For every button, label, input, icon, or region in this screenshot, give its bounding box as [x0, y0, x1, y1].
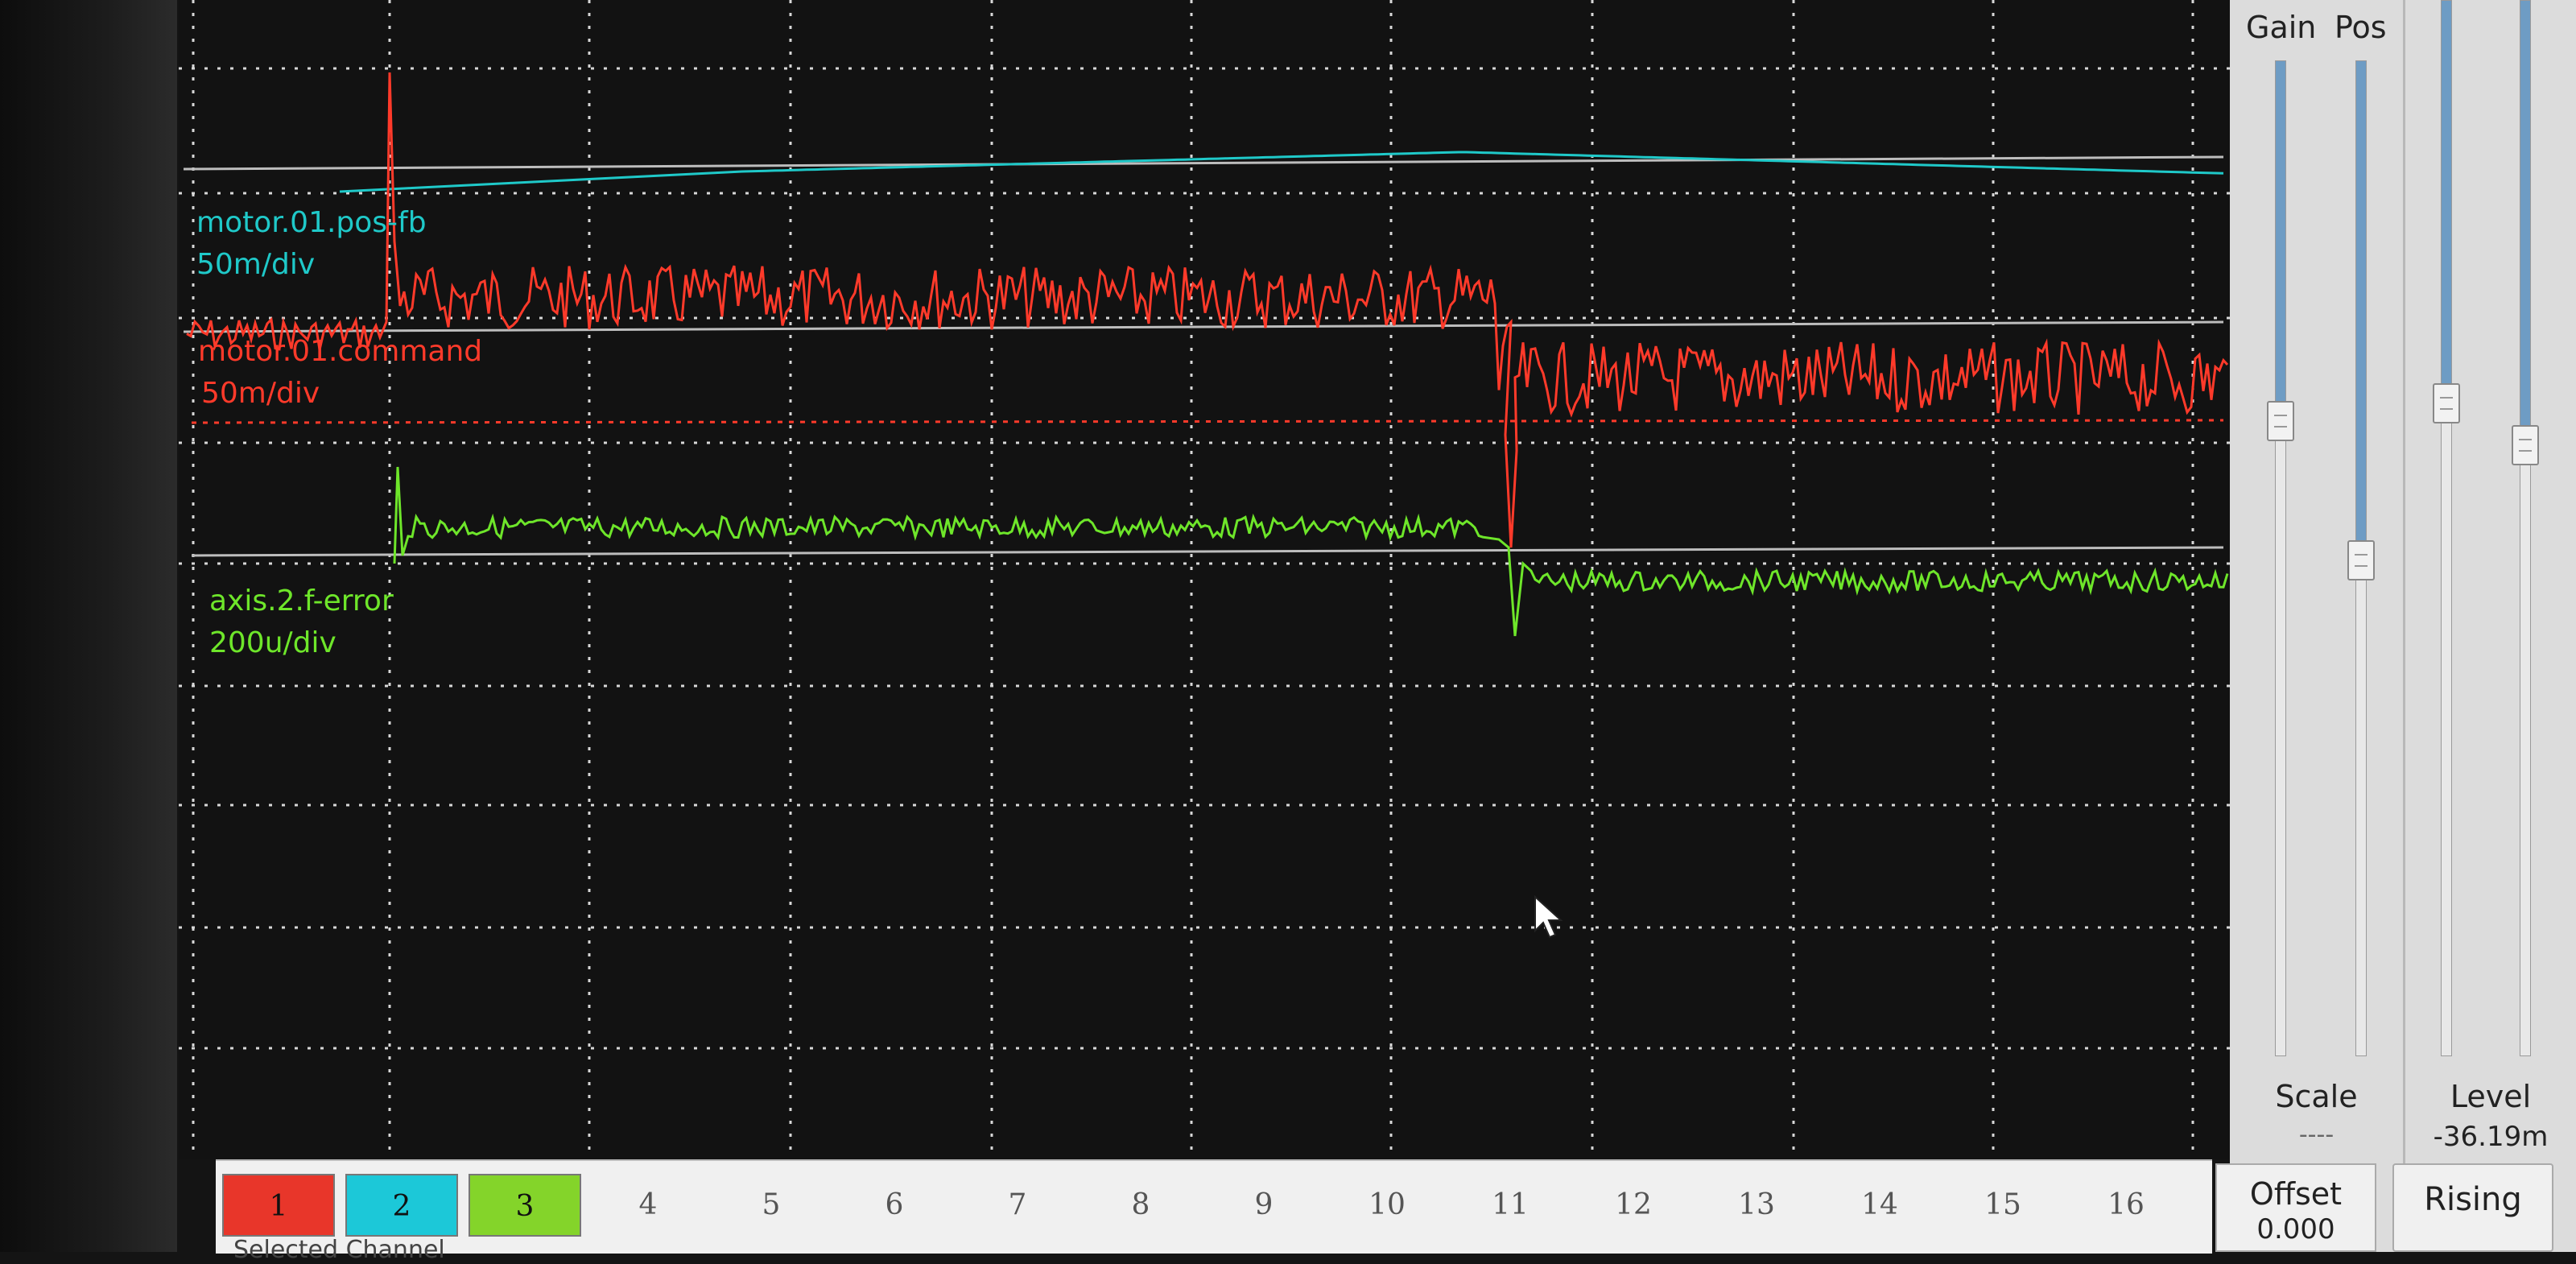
- offset-value: 0.000: [2256, 1213, 2335, 1245]
- trace-3-name: axis.2.f-error: [209, 584, 394, 618]
- gain-label: Gain: [2246, 10, 2317, 45]
- scope-plot[interactable]: motor.01.pos-fb 50m/div motor.01.command…: [179, 0, 2230, 1159]
- trace-1-name: motor.01.command: [198, 335, 482, 368]
- offset-label: Offset: [2249, 1176, 2343, 1212]
- channel-button-14[interactable]: 14: [1823, 1174, 1936, 1237]
- gain-slider-thumb[interactable]: [2267, 401, 2294, 441]
- trigger-edge-button[interactable]: Rising: [2392, 1163, 2553, 1252]
- trigger-level-slider-thumb[interactable]: [2433, 383, 2460, 423]
- trigger-pos-slider[interactable]: [2512, 0, 2539, 1056]
- vertical-trigger-panel: Gain Pos Scale ---- Level -36.19m: [2230, 0, 2576, 1252]
- trigger-level-slider[interactable]: [2433, 0, 2460, 1056]
- monitor-bezel: [0, 0, 177, 1252]
- trace-3-baseline: [191, 546, 2224, 557]
- channel-button-7[interactable]: 7: [961, 1174, 1074, 1237]
- gain-slider[interactable]: [2267, 60, 2294, 1056]
- pos-slider-fill: [2356, 61, 2366, 559]
- trace-motor-command: [186, 72, 2229, 548]
- channel-button-5[interactable]: 5: [715, 1174, 828, 1237]
- selected-channel-label: Selected Channel: [233, 1236, 445, 1264]
- trace-1-baseline: [183, 320, 2224, 333]
- pos-slider-thumb[interactable]: [2347, 540, 2375, 580]
- level-label: Level: [2450, 1079, 2532, 1114]
- channel-button-12[interactable]: 12: [1577, 1174, 1690, 1237]
- channel-button-4[interactable]: 4: [592, 1174, 704, 1237]
- scope-display[interactable]: motor.01.pos-fb 50m/div motor.01.command…: [179, 0, 2230, 1159]
- channel-button-16[interactable]: 16: [2070, 1174, 2182, 1237]
- trigger-pos-slider-fill: [2520, 1, 2530, 444]
- channel-button-8[interactable]: 8: [1084, 1174, 1197, 1237]
- channel-button-9[interactable]: 9: [1208, 1174, 1320, 1237]
- trigger-level-slider-fill: [2442, 1, 2451, 402]
- level-value: -36.19m: [2433, 1121, 2549, 1153]
- channel-button-10[interactable]: 10: [1331, 1174, 1443, 1237]
- pos-slider[interactable]: [2347, 60, 2375, 1056]
- gain-slider-fill: [2276, 61, 2285, 419]
- channel-button-13[interactable]: 13: [1700, 1174, 1813, 1237]
- pos-label: Pos: [2334, 10, 2387, 45]
- channel-button-2[interactable]: 2: [345, 1174, 458, 1237]
- channel-button-1[interactable]: 1: [222, 1174, 335, 1237]
- mouse-pointer-icon: [1534, 894, 1566, 944]
- channel-button-11[interactable]: 11: [1454, 1174, 1567, 1237]
- scale-value: ----: [2298, 1121, 2334, 1149]
- scale-label: Scale: [2275, 1079, 2358, 1114]
- trace-2-scale: 50m/div: [196, 248, 315, 281]
- channel-button-15[interactable]: 15: [1946, 1174, 2059, 1237]
- trace-baselines: [183, 155, 2224, 557]
- trace-3-scale: 200u/div: [209, 626, 336, 659]
- trigger-level-line: [191, 419, 2224, 424]
- channel-button-3[interactable]: 3: [469, 1174, 581, 1237]
- offset-control[interactable]: Offset 0.000: [2215, 1163, 2376, 1252]
- trigger-pos-slider-thumb[interactable]: [2512, 425, 2539, 465]
- trigger-edge-label: Rising: [2424, 1181, 2522, 1218]
- panel-divider: [2403, 0, 2405, 1252]
- trace-2-name: motor.01.pos-fb: [196, 206, 427, 239]
- trace-1-scale: 50m/div: [201, 377, 320, 410]
- channel-button-6[interactable]: 6: [838, 1174, 951, 1237]
- channel-selector-bar: 1 2 3 4 5 6 7 8 9 10 11 12 13 14 15 16: [216, 1159, 2212, 1254]
